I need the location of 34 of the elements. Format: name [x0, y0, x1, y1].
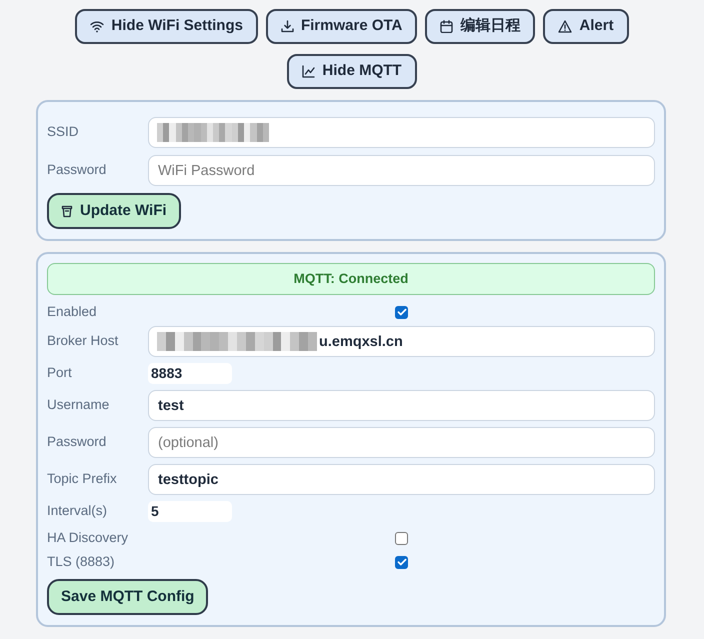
download-icon — [280, 20, 294, 33]
toolbar-button[interactable]: Hide WiFi Settings — [75, 9, 258, 44]
field-label: Interval(s) — [47, 502, 108, 520]
field-label: Username — [47, 396, 110, 414]
toolbar-button[interactable]: Hide MQTT — [287, 54, 417, 89]
toolbar-button[interactable]: Firmware OTA — [266, 9, 418, 44]
field-label: Enabled — [47, 303, 98, 321]
connection-status-banner: MQTT: Connected — [47, 263, 655, 295]
line-chart-icon — [302, 65, 316, 78]
wifi-icon — [90, 20, 104, 33]
number-field[interactable]: 5 — [148, 501, 232, 522]
field-label: Password — [47, 161, 108, 180]
checkbox[interactable] — [395, 556, 408, 569]
checkbox[interactable] — [395, 306, 408, 319]
save-mqtt-config-button[interactable]: Save MQTT Config — [47, 579, 208, 615]
text-field[interactable]: (optional) — [148, 427, 655, 458]
warning-icon — [558, 20, 572, 33]
checkbox[interactable] — [395, 532, 408, 545]
text-field[interactable]: test — [148, 390, 655, 421]
field-label: TLS (8883) — [47, 553, 116, 571]
text-field[interactable]: WiFi Password — [148, 155, 655, 186]
toolbar-button[interactable]: 编辑日程 — [425, 9, 536, 44]
field-label: HA Discovery — [47, 529, 130, 547]
calendar-icon — [440, 20, 454, 33]
number-field[interactable]: 8883 — [148, 363, 232, 384]
field-label: Port — [47, 364, 73, 382]
field-label: SSID — [47, 123, 80, 142]
toolbar-button[interactable]: Alert — [543, 9, 629, 44]
field-label: Password — [47, 433, 108, 452]
trash-can-icon — [61, 204, 73, 218]
field-label: Topic Prefix — [47, 470, 118, 488]
field-label: Broker Host — [47, 332, 120, 350]
update-wifi-button[interactable]: Update WiFi — [47, 193, 181, 229]
text-field[interactable]: testtopic — [148, 464, 655, 495]
